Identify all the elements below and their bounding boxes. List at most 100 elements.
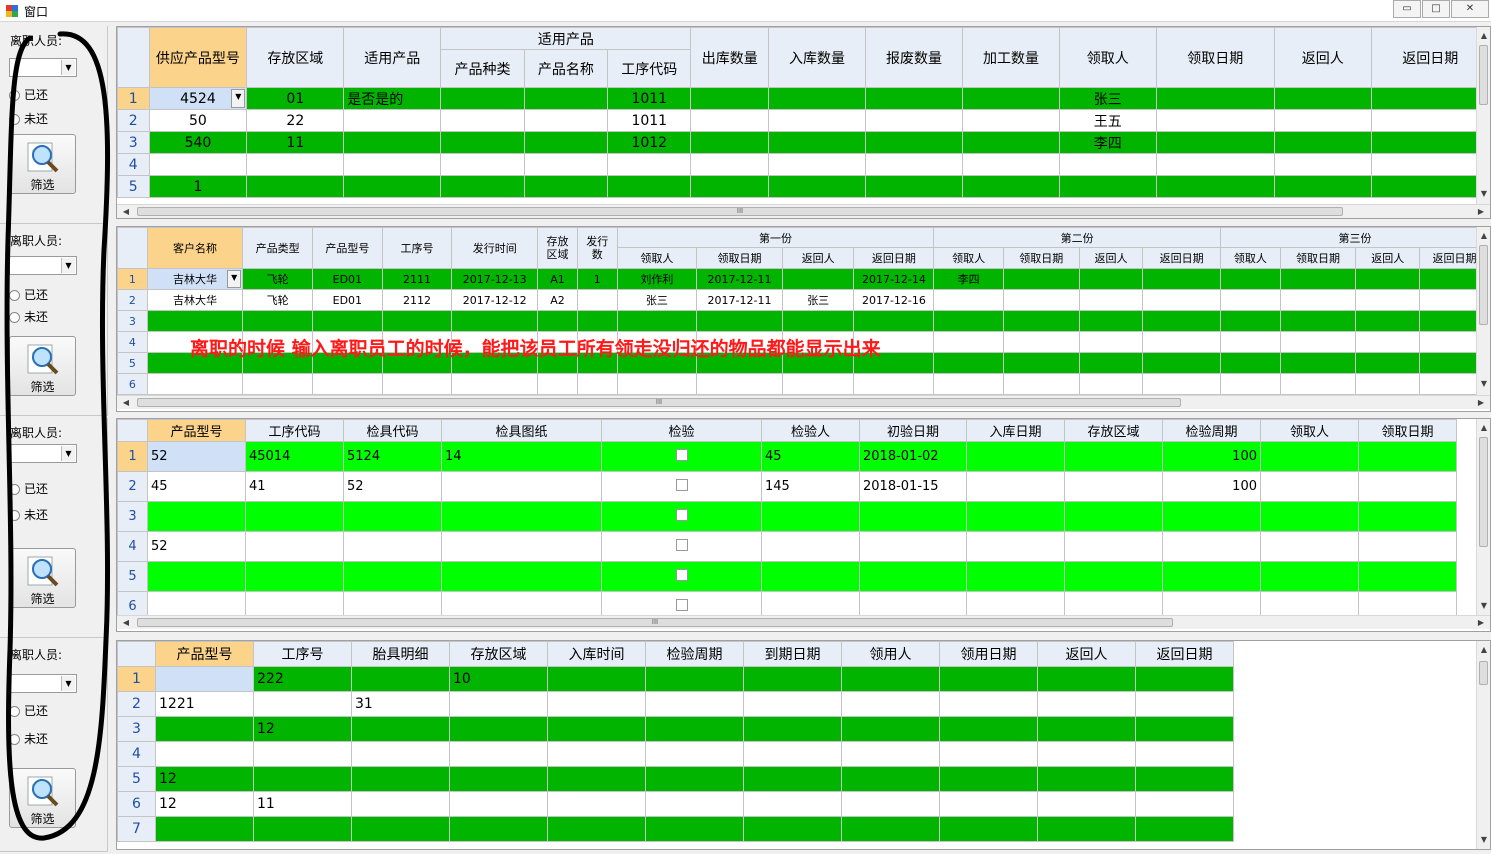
returned-radio[interactable]: 已还 <box>9 702 48 719</box>
col-header[interactable]: 领取日期 <box>696 247 783 269</box>
col-header[interactable]: 存放区域 <box>1064 419 1163 442</box>
returned-radio[interactable]: 已还 <box>9 86 48 103</box>
col-header[interactable]: 客户名称 <box>146 227 244 269</box>
table-row[interactable]: 6 12 11 <box>117 791 1234 817</box>
table-cell[interactable]: 2111 <box>381 268 453 290</box>
table-cell[interactable] <box>1279 310 1357 332</box>
table-cell[interactable] <box>1260 501 1359 532</box>
table-cell[interactable] <box>1078 331 1144 353</box>
table-row[interactable]: 5 <box>117 561 1457 592</box>
scroll-up-icon[interactable]: ▲ <box>1477 229 1491 243</box>
close-button[interactable]: ✕ <box>1451 0 1489 18</box>
table-cell[interactable] <box>155 741 254 767</box>
table-cell[interactable] <box>939 716 1038 742</box>
table-cell[interactable] <box>1355 310 1421 332</box>
table-cell[interactable] <box>1162 501 1261 532</box>
table-cell[interactable] <box>781 310 855 332</box>
col-header[interactable]: 检验周期 <box>645 641 744 667</box>
table-cell[interactable] <box>645 741 744 767</box>
table-cell[interactable] <box>449 791 548 817</box>
table-cell[interactable] <box>1370 175 1490 198</box>
row-header[interactable]: 4 <box>117 153 150 176</box>
scroll-right-icon[interactable]: ▶ <box>1474 396 1488 410</box>
scroll-left-icon[interactable]: ◀ <box>119 396 133 410</box>
table-cell[interactable]: 145 <box>761 471 860 502</box>
table-cell[interactable] <box>865 131 963 154</box>
table-cell[interactable] <box>939 691 1038 717</box>
table-row[interactable]: 3 <box>117 310 1490 332</box>
table-row[interactable]: 2 吉林大华 飞轮 ED01 2112 2017-12-12 A2 张三 2017-12-11 张… <box>117 289 1490 311</box>
table-cell[interactable]: 1221 <box>155 691 254 717</box>
table-cell[interactable] <box>1155 109 1275 132</box>
table-cell[interactable] <box>1037 666 1136 692</box>
col-header[interactable]: 返回日期 <box>1370 27 1490 88</box>
table-cell[interactable] <box>155 666 254 692</box>
table-cell[interactable] <box>440 131 525 154</box>
filter-button[interactable]: 筛选 <box>9 134 76 194</box>
table-cell[interactable] <box>148 153 248 176</box>
scroll-up-icon[interactable]: ▲ <box>1477 643 1490 657</box>
table-cell[interactable] <box>1142 289 1221 311</box>
row-header[interactable]: 4 <box>117 531 148 562</box>
table-cell[interactable] <box>645 816 744 842</box>
table-cell[interactable] <box>1355 331 1421 353</box>
checkbox[interactable] <box>675 508 688 521</box>
col-header[interactable]: 返回人 <box>781 247 855 269</box>
horizontal-scrollbar[interactable]: ◀ III ▶ <box>117 204 1490 218</box>
col-header[interactable]: 适用产品 <box>343 27 442 88</box>
col-header[interactable]: 存放区域 <box>449 641 548 667</box>
table-row[interactable]: 7 <box>117 816 1234 842</box>
col-header[interactable]: 检具图纸 <box>441 419 602 442</box>
col-header[interactable]: 返回日期 <box>853 247 935 269</box>
scroll-thumb[interactable] <box>1479 437 1488 547</box>
table-cell[interactable] <box>523 109 609 132</box>
scroll-down-icon[interactable]: ▼ <box>1477 599 1491 613</box>
table-cell[interactable] <box>1058 153 1157 176</box>
scroll-left-icon[interactable]: ◀ <box>119 205 133 218</box>
table-cell[interactable] <box>1260 441 1359 472</box>
table-cell[interactable] <box>1058 175 1157 198</box>
chevron-down-icon[interactable]: ▼ <box>231 89 246 108</box>
col-header[interactable]: 检验周期 <box>1162 419 1261 442</box>
table-cell[interactable] <box>449 691 548 717</box>
table-cell[interactable] <box>962 153 1060 176</box>
table-cell[interactable] <box>768 109 867 132</box>
table-cell[interactable]: 吉林大华 ▼ <box>146 268 244 290</box>
table-cell[interactable] <box>245 561 344 592</box>
checkbox[interactable] <box>675 478 688 491</box>
table-cell[interactable] <box>690 153 770 176</box>
table-cell[interactable] <box>343 531 442 562</box>
scroll-down-icon[interactable]: ▼ <box>1477 377 1491 391</box>
col-header[interactable]: 入库时间 <box>547 641 646 667</box>
table-cell[interactable] <box>1279 331 1357 353</box>
vertical-scrollbar[interactable]: ▲ ▼ <box>1476 27 1490 204</box>
table-cell[interactable]: 4524 ▼ <box>148 87 248 110</box>
col-header[interactable]: 工序号 <box>381 227 453 269</box>
table-cell[interactable]: 2017-12-12 <box>451 289 539 311</box>
table-cell[interactable] <box>343 153 442 176</box>
table-cell[interactable] <box>1155 87 1275 110</box>
table-cell[interactable] <box>155 816 254 842</box>
returned-radio[interactable]: 已还 <box>9 286 48 303</box>
table-cell[interactable] <box>768 153 867 176</box>
table-cell[interactable] <box>1142 310 1221 332</box>
gauges-grid[interactable]: 产品型号 工序代码 检具代码 检具图纸 检验 检验人 初验日期 入库日期 存放区域 检验周期 领取人… <box>116 418 1491 632</box>
table-cell[interactable] <box>1273 109 1372 132</box>
table-cell[interactable] <box>616 373 698 395</box>
table-cell[interactable] <box>253 741 352 767</box>
horizontal-scrollbar[interactable]: ◀ III ▶ <box>117 615 1490 629</box>
table-cell[interactable] <box>645 766 744 792</box>
table-cell[interactable] <box>966 501 1065 532</box>
table-cell[interactable] <box>547 716 646 742</box>
table-cell[interactable] <box>768 131 867 154</box>
checkbox[interactable] <box>675 568 688 581</box>
col-header[interactable]: 胎具明细 <box>351 641 450 667</box>
table-cell[interactable] <box>351 741 450 767</box>
table-cell[interactable] <box>1219 268 1281 290</box>
scroll-left-icon[interactable]: ◀ <box>119 616 133 630</box>
table-cell[interactable] <box>1064 531 1163 562</box>
col-header[interactable]: 领取日期 <box>1358 419 1457 442</box>
table-cell[interactable] <box>1370 153 1490 176</box>
table-cell[interactable] <box>743 741 842 767</box>
col-header[interactable]: 加工数量 <box>962 27 1060 88</box>
